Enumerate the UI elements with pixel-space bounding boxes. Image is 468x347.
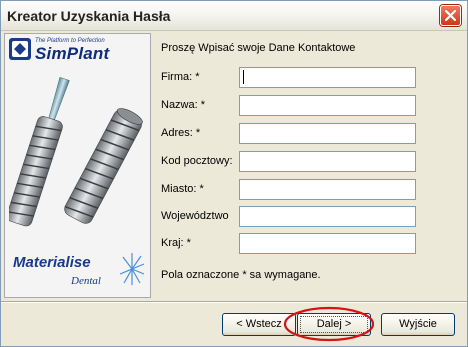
simplant-logo-mark [9,38,31,60]
firma-input[interactable] [239,67,416,88]
next-button[interactable]: Dalej > [297,313,371,336]
kraj-input[interactable] [239,233,416,254]
field-label-nazwa: Nazwa: * [161,99,206,111]
title-bar: Kreator Uzyskania Hasła [1,1,467,31]
starburst-icon [119,253,145,285]
field-label-kod-pocztowy: Kod pocztowy: [161,155,233,167]
field-row-kraj: Kraj: * [159,233,459,255]
nazwa-input[interactable] [239,95,416,116]
back-button[interactable]: < Wstecz [222,313,296,336]
field-row-nazwa: Nazwa: * [159,95,459,117]
contact-form: Proszę Wpisać swoje Dane Kontaktowe Firm… [159,33,459,298]
wojewodztwo-input[interactable] [239,206,416,227]
simplant-name: SimPlant [35,44,110,63]
field-row-adres: Adres: * [159,123,459,145]
materialise-logo-name: Materialise [13,254,91,271]
field-label-firma: Firma: * [161,71,200,83]
miasto-input[interactable] [239,179,416,200]
simplant-logo: The Platform to Perfection SimPlant [9,38,147,64]
field-label-miasto: Miasto: * [161,183,204,195]
text-caret [243,70,244,84]
wizard-window: Kreator Uzyskania Hasła The Platform to … [0,0,468,347]
focus-ring [300,316,368,333]
field-label-wojewodztwo: Województwo [161,210,229,222]
window-title: Kreator Uzyskania Hasła [7,8,171,24]
close-button[interactable] [440,5,461,26]
field-row-wojewodztwo: Województwo [159,206,459,228]
materialise-logo-sub: Dental [71,275,101,287]
field-label-kraj: Kraj: * [161,237,191,249]
field-row-miasto: Miasto: * [159,179,459,201]
field-row-firma: Firma: * [159,67,459,89]
close-icon [445,10,456,21]
field-row-kod-pocztowy: Kod pocztowy: [159,151,459,173]
required-fields-note: Pola oznaczone * sa wymagane. [161,269,321,281]
form-heading: Proszę Wpisać swoje Dane Kontaktowe [161,42,356,54]
wizard-banner: The Platform to Perfection SimPlant Mate… [4,33,151,298]
kod-pocztowy-input[interactable] [239,151,416,172]
dental-implant-illustration [9,77,143,227]
adres-input[interactable] [239,123,416,144]
button-separator [1,301,467,303]
field-label-adres: Adres: * [161,127,201,139]
materialise-dental-logo: Materialise Dental [11,252,145,292]
exit-button[interactable]: Wyjście [381,313,455,336]
